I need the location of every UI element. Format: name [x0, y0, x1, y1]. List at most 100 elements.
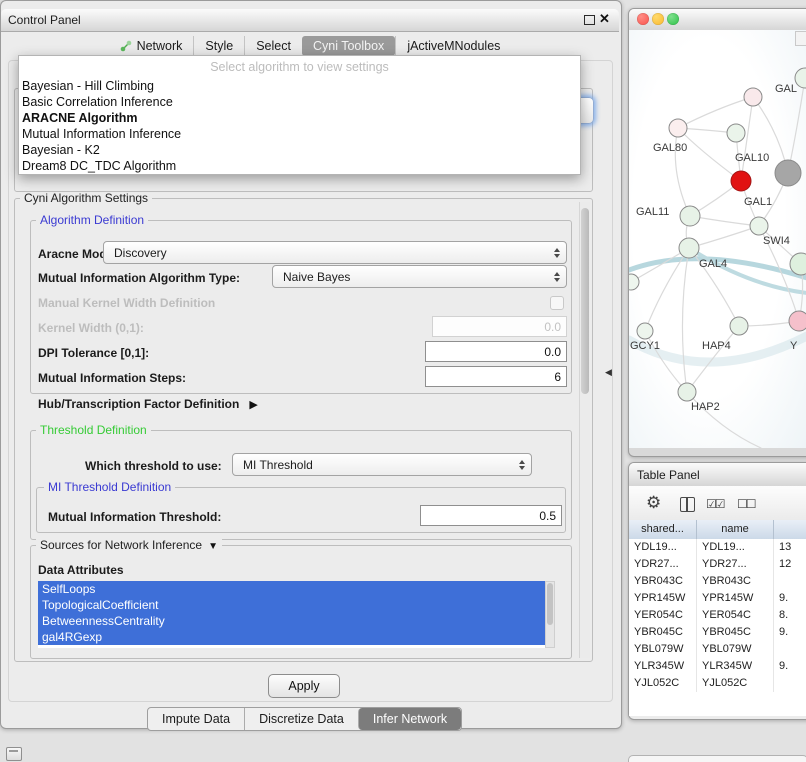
- algorithm-option[interactable]: Dream8 DC_TDC Algorithm: [19, 158, 580, 174]
- algorithm-option[interactable]: Bayesian - Hill Climbing: [19, 78, 580, 94]
- network-node-gcy1[interactable]: [637, 323, 653, 339]
- table-row[interactable]: YPR145WYPR145W9.: [629, 590, 806, 607]
- table-row[interactable]: YDR27...YDR27...12: [629, 556, 806, 573]
- control-panel-titlebar[interactable]: [1, 9, 619, 32]
- attribute-item[interactable]: BetweennessCentrality: [38, 613, 545, 629]
- mi-threshold-field[interactable]: [420, 505, 562, 526]
- which-threshold-value: MI Threshold: [243, 458, 313, 472]
- scrollbar-thumb[interactable]: [581, 208, 589, 394]
- mac-zoom-button[interactable]: [667, 13, 679, 25]
- table-cell: YDR27...: [629, 556, 697, 573]
- sources-expander[interactable]: Sources for Network Inference▼: [36, 538, 222, 552]
- network-node-gal4[interactable]: [679, 238, 699, 258]
- table-cell: YJL052C: [629, 675, 697, 692]
- mi-steps-label: Mutual Information Steps:: [38, 371, 186, 385]
- mi-type-select[interactable]: Naive Bayes: [272, 265, 567, 288]
- tab-label: Cyni Toolbox: [313, 39, 384, 53]
- scrollbar-thumb[interactable]: [547, 583, 553, 625]
- tab-label: Select: [256, 39, 291, 53]
- table-cell: YER054C: [629, 607, 697, 624]
- network-node-hap4[interactable]: [730, 317, 748, 335]
- algorithm-option[interactable]: Mutual Information Inference: [19, 126, 580, 142]
- gear-icon[interactable]: ⚙: [646, 493, 661, 513]
- algorithm-option[interactable]: Basic Correlation Inference: [19, 94, 580, 110]
- tab-network[interactable]: Network: [109, 36, 194, 56]
- column-header[interactable]: name: [697, 520, 774, 539]
- tab-cyni-toolbox[interactable]: Cyni Toolbox: [302, 36, 395, 56]
- panel-collapse-icon[interactable]: ◀: [605, 367, 612, 378]
- network-node[interactable]: [629, 274, 639, 290]
- mi-steps-field[interactable]: [425, 366, 567, 387]
- network-node[interactable]: [727, 124, 745, 142]
- dpi-tolerance-field[interactable]: [425, 341, 567, 362]
- network-node-label: GAL10: [735, 152, 769, 164]
- network-node-gal1[interactable]: [750, 217, 768, 235]
- apply-button[interactable]: Apply: [268, 674, 340, 698]
- docked-panel-icon[interactable]: [6, 747, 22, 761]
- network-edge[interactable]: [689, 226, 759, 248]
- network-edge[interactable]: [682, 248, 689, 392]
- table-cell: 8.: [774, 607, 806, 624]
- network-node[interactable]: [744, 88, 762, 106]
- column-header[interactable]: [774, 520, 806, 539]
- table-row[interactable]: YDL19...YDL19...13: [629, 539, 806, 556]
- mi-threshold-group-title: MI Threshold Definition: [44, 480, 175, 494]
- tab-style[interactable]: Style: [193, 36, 244, 56]
- algorithm-dropdown-popup: Select algorithm to view settings Bayesi…: [18, 55, 581, 175]
- network-node-gal11[interactable]: [680, 206, 700, 226]
- algorithm-option[interactable]: ARACNE Algorithm: [19, 110, 580, 126]
- network-node-hap2[interactable]: [678, 383, 696, 401]
- kernel-width-field[interactable]: [432, 316, 567, 337]
- expand-down-icon: ▼: [208, 541, 218, 552]
- select-all-checkboxes-icon[interactable]: ☑☑: [706, 497, 724, 511]
- mac-minimize-button[interactable]: [652, 13, 664, 25]
- close-icon[interactable]: ✕: [599, 11, 610, 27]
- table-row[interactable]: YBR043CYBR043C: [629, 573, 806, 590]
- bottom-tab-discretize-data[interactable]: Discretize Data: [244, 708, 358, 730]
- bottom-tab-bar: Impute DataDiscretize DataInfer Network: [147, 707, 462, 731]
- table-row[interactable]: YBR045CYBR045C9.: [629, 624, 806, 641]
- table-cell: [774, 641, 806, 658]
- aracne-mode-value: Discovery: [114, 246, 167, 260]
- manual-kernel-checkbox[interactable]: [550, 296, 564, 310]
- table-cell: YDL19...: [629, 539, 697, 556]
- column-header[interactable]: shared...: [629, 520, 697, 539]
- expand-right-icon: ▶: [249, 398, 257, 411]
- table-cell: [774, 675, 806, 692]
- network-node-gal80[interactable]: [669, 119, 687, 137]
- float-window-icon[interactable]: [584, 15, 595, 25]
- network-edge[interactable]: [678, 97, 753, 128]
- tab-select[interactable]: Select: [244, 36, 302, 56]
- network-node-label: GAL4: [699, 258, 727, 270]
- columns-icon[interactable]: [680, 497, 695, 512]
- table-row[interactable]: YLR345WYLR345W9.: [629, 658, 806, 675]
- network-node-label: GCY1: [630, 340, 660, 352]
- table-row[interactable]: YJL052CYJL052C: [629, 675, 806, 692]
- which-threshold-label: Which threshold to use:: [85, 459, 222, 473]
- network-canvas[interactable]: GALGAL80GAL10GAL11GAL1SWI4GAL4GCY1HAP4YH…: [629, 30, 806, 448]
- which-threshold-select[interactable]: MI Threshold: [232, 453, 532, 476]
- table-cell: YBR043C: [697, 573, 774, 590]
- aracne-mode-select[interactable]: Discovery: [103, 241, 567, 264]
- attribute-list-scrollbar[interactable]: [545, 581, 555, 648]
- settings-scrollbar[interactable]: [579, 202, 590, 658]
- combo-arrows-icon: [554, 248, 560, 258]
- tab-jactivemnodules[interactable]: jActiveMNodules: [395, 36, 511, 56]
- hub-definition-expander[interactable]: Hub/Transcription Factor Definition ▶: [38, 397, 258, 411]
- clear-all-checkboxes-icon[interactable]: ☐☐: [737, 497, 755, 511]
- table-row[interactable]: YBL079WYBL079W: [629, 641, 806, 658]
- table-header: shared...name: [629, 520, 806, 540]
- bottom-tab-infer-network[interactable]: Infer Network: [358, 708, 461, 730]
- network-node[interactable]: [775, 160, 801, 186]
- mac-close-button[interactable]: [637, 13, 649, 25]
- attribute-item[interactable]: gal4RGexp: [38, 629, 545, 645]
- attribute-item[interactable]: TopologicalCoefficient: [38, 597, 545, 613]
- network-node-y[interactable]: [789, 311, 806, 331]
- kernel-width-label: Kernel Width (0,1):: [38, 321, 144, 335]
- table-row[interactable]: YER054CYER054C8.: [629, 607, 806, 624]
- bottom-tab-impute-data[interactable]: Impute Data: [148, 708, 244, 730]
- attribute-list: SelfLoopsTopologicalCoefficientBetweenne…: [38, 581, 545, 648]
- network-node-gal10[interactable]: [731, 171, 751, 191]
- attribute-item[interactable]: SelfLoops: [38, 581, 545, 597]
- algorithm-option[interactable]: Bayesian - K2: [19, 142, 580, 158]
